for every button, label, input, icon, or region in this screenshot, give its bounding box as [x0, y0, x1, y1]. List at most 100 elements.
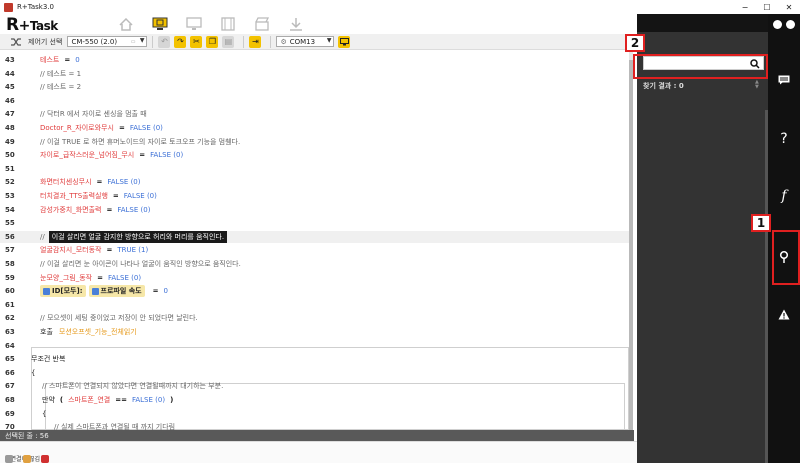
- controller-select[interactable]: CM-550 (2.0) ▭ ▼: [67, 36, 148, 47]
- nav-icons: [118, 16, 304, 32]
- message-icon[interactable]: [768, 70, 800, 90]
- upload-icon[interactable]: [773, 20, 782, 29]
- line-number: 55: [5, 219, 15, 228]
- code-line[interactable]: 51: [0, 163, 632, 175]
- home-icon[interactable]: [118, 16, 134, 32]
- variable-token: 스마트폰_연결: [68, 396, 111, 404]
- taskbar-icon[interactable]: [41, 455, 49, 463]
- code-editor[interactable]: 43 테스트 = 0 44 // 테스트 = 1 45 // 테스트 = 2 46 47 // 닥터…: [0, 50, 632, 445]
- close-button[interactable]: ✕: [778, 0, 800, 14]
- code-line[interactable]: 66 {: [0, 367, 632, 379]
- highlighted-comment: 이걸 살리면 얼굴 감지한 방향으로 허리와 머리를 움직인다.: [48, 230, 228, 243]
- code-line[interactable]: 48 Doctor_R_자이로와무시 = FALSE (0): [0, 122, 632, 134]
- code-line[interactable]: 62 // 모으셋이 세팅 중이었고 저장이 안 되었다면 날린다.: [0, 312, 632, 324]
- code-content: 호출 모션오프셋_기능_전체읽기: [40, 327, 137, 337]
- code-line[interactable]: 52 화면터치센싱무시 = FALSE (0): [0, 176, 632, 188]
- code-line[interactable]: 44 // 테스트 = 1: [0, 68, 632, 80]
- redo-button[interactable]: ↷: [174, 35, 187, 48]
- code-line[interactable]: 61: [0, 299, 632, 311]
- copy-button[interactable]: ❐: [206, 35, 219, 48]
- operator-token: =: [118, 124, 125, 132]
- taskbar-icons: [0, 455, 49, 463]
- taskbar-icon[interactable]: [5, 455, 13, 463]
- warning-icon[interactable]: [768, 306, 800, 322]
- code-line[interactable]: 60 ID[모두]: 프로파일 속도 = 0: [0, 285, 632, 298]
- minimize-button[interactable]: −: [734, 0, 756, 14]
- comment-token: // 테스트 = 1: [40, 69, 82, 78]
- line-number: 44: [5, 69, 15, 78]
- controller-toolbar: 제어기 선택 CM-550 (2.0) ▭ ▼ ↶ ↷ ✂ ❐ ▤ ⇥ ⚙ CO…: [0, 34, 638, 50]
- code-line[interactable]: 67 // 스마트폰이 연결되지 않았다면 연결될때까지 대기하는 부분.: [0, 380, 632, 392]
- toolbar-divider: [243, 35, 245, 48]
- code-line[interactable]: 69 {: [0, 408, 632, 420]
- code-content: {: [42, 410, 46, 418]
- result-next-button[interactable]: ▼: [755, 85, 759, 90]
- comment-token: // 테스트 = 2: [40, 83, 82, 92]
- code-line[interactable]: 54 감성가중치_화면출력 = FALSE (0): [0, 204, 632, 216]
- code-content: 눈모양_그림_동작 = FALSE (0): [40, 273, 141, 283]
- code-line[interactable]: 63 호출 모션오프셋_기능_전체읽기: [0, 326, 632, 338]
- line-number: 51: [5, 164, 15, 173]
- result-nav: ▲ ▼: [755, 80, 759, 90]
- variable-token: 눈모양_그림_동작: [40, 273, 93, 282]
- shuffle-icon[interactable]: [10, 36, 22, 48]
- code-line[interactable]: 53 터치결과_TTS출력실행 = FALSE (0): [0, 190, 632, 202]
- code-content: 테스트 = 0: [40, 55, 80, 65]
- app-icon: [4, 2, 13, 12]
- line-number: 68: [5, 396, 15, 404]
- value-token: FALSE (0): [131, 396, 166, 404]
- code-line[interactable]: 43 테스트 = 0: [0, 54, 632, 66]
- paste-button[interactable]: ▤: [222, 35, 235, 48]
- code-line[interactable]: 65 무조건 반복: [0, 353, 632, 365]
- code-line[interactable]: 59 눈모양_그림_동작 = FALSE (0): [0, 272, 632, 284]
- code-content: 감성가중치_화면출력 = FALSE (0): [40, 205, 150, 215]
- code-line[interactable]: 49 // 이걸 TRUE 로 하면 휴머노이드의 자이로 토크오프 기능을 멈췐…: [0, 136, 632, 148]
- code-line[interactable]: 58 // 이걸 살리면 눈 아이콘이 나타나 얼굴이 움직인 방향으로 움직인다…: [0, 258, 632, 270]
- function-icon[interactable]: f: [768, 186, 800, 206]
- help-icon[interactable]: ?: [768, 129, 800, 149]
- parameter-pill[interactable]: 프로파일 속도: [88, 285, 145, 298]
- code-line[interactable]: 46: [0, 95, 632, 107]
- clapper-icon[interactable]: [254, 16, 270, 32]
- chevron-down-icon: ▼: [139, 37, 145, 44]
- monitor-task-icon[interactable]: [152, 16, 168, 32]
- code-content: // 테스트 = 2: [40, 82, 81, 92]
- taskbar-icon[interactable]: [23, 455, 31, 463]
- bottom-message-area: 경연결이 끊김: [0, 441, 638, 463]
- download-icon[interactable]: [288, 16, 304, 32]
- operator-token: =: [152, 287, 159, 296]
- parameter-pill[interactable]: ID[모두]:: [40, 285, 86, 298]
- port-select[interactable]: ⚙ COM13 ▼: [276, 36, 335, 47]
- undo-button[interactable]: ↶: [158, 35, 171, 48]
- code-line[interactable]: 45 // 테스트 = 2: [0, 81, 632, 93]
- search-result-count: 찾기 결과 : 0: [643, 82, 684, 90]
- comment-token: // 이걸 TRUE 로 하면 휴머노이드의 자이로 토크오프 기능을 멈췐다.: [40, 137, 241, 146]
- export-button[interactable]: ⇥: [249, 35, 262, 48]
- code-line[interactable]: 55: [0, 217, 632, 229]
- cut-button[interactable]: ✂: [190, 35, 203, 48]
- editor-scrollbar-thumb[interactable]: [629, 60, 633, 430]
- line-number: 54: [5, 205, 15, 214]
- variable-token: 얼굴감지시_모터동작: [40, 246, 102, 255]
- block-keyword: 무조건 반복: [31, 355, 66, 364]
- maximize-button[interactable]: ☐: [756, 0, 778, 14]
- variable-token: 자이로_급작스러운_넘어짐_무시: [40, 151, 135, 160]
- operator-token: =: [112, 192, 119, 200]
- line-number: 49: [5, 137, 15, 146]
- selected-line-status: 선택된 줄 : 56: [5, 431, 49, 440]
- code-line[interactable]: 56 //이걸 살리면 얼굴 감지한 방향으로 허리와 머리를 움직인다.: [0, 230, 632, 243]
- dxl-icon: [43, 287, 50, 295]
- line-number: 43: [5, 56, 15, 64]
- annotation-box-search-sidebar: [772, 230, 800, 285]
- download-circle-icon[interactable]: [786, 20, 795, 29]
- connect-button[interactable]: [338, 35, 351, 48]
- code-content: 무조건 반복: [31, 354, 65, 364]
- code-line[interactable]: 64: [0, 340, 632, 352]
- code-line[interactable]: 47 // 닥터R 에서 자이로 센싱을 멈출 때: [0, 108, 632, 120]
- code-line[interactable]: 57 얼굴감지시_모터동작 = TRUE (1): [0, 244, 632, 256]
- code-line[interactable]: 68 만약 (스마트폰_연결 == FALSE (0)): [0, 394, 632, 406]
- block-keyword: 만약: [42, 396, 55, 404]
- monitor-icon[interactable]: [186, 16, 202, 32]
- code-line[interactable]: 50 자이로_급작스러운_넘어짐_무시 = FALSE (0): [0, 149, 632, 161]
- film-icon[interactable]: [220, 16, 236, 32]
